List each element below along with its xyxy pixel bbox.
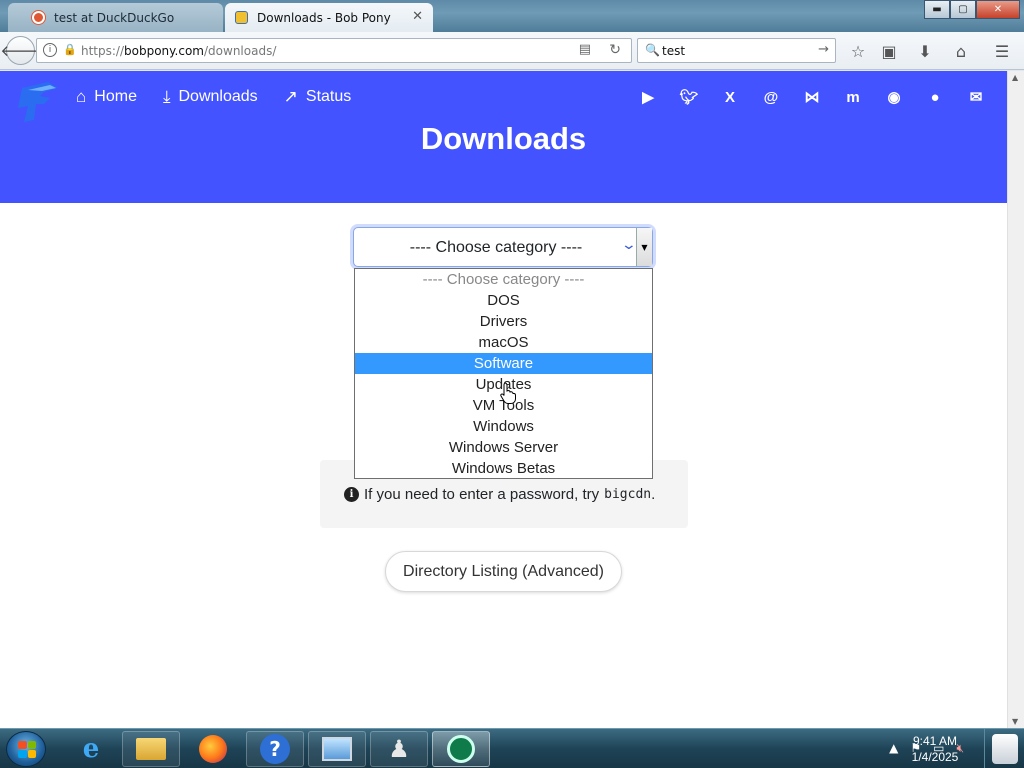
mastodon-icon[interactable]: m bbox=[843, 87, 863, 107]
search-icon: 🔍 bbox=[645, 43, 660, 57]
back-button[interactable]: 🡐 bbox=[0, 36, 41, 65]
reader-view-icon[interactable]: ▤ bbox=[579, 42, 591, 57]
scroll-up-icon[interactable]: ▲ bbox=[1012, 73, 1018, 82]
tab-duckduckgo[interactable]: test at DuckDuckGo bbox=[8, 3, 223, 32]
category-option[interactable]: macOS bbox=[355, 332, 652, 353]
scroll-down-icon[interactable]: ▼ bbox=[1012, 717, 1018, 726]
home-icon[interactable]: ⌂ bbox=[950, 40, 972, 62]
password-hint-text: If you need to enter a password, try bbox=[364, 486, 600, 503]
url-text: https://bobpony.com/downloads/ bbox=[81, 44, 277, 58]
help-icon[interactable]: ? bbox=[246, 731, 304, 767]
threads-icon[interactable]: @ bbox=[761, 87, 781, 107]
x-icon[interactable]: X bbox=[720, 87, 740, 107]
hand-cursor-icon bbox=[500, 382, 516, 404]
home-icon: ⌂ bbox=[76, 87, 87, 106]
category-option[interactable]: Drivers bbox=[355, 311, 652, 332]
site-nav: ⌂ Home ⤓ Downloads ↗ Status bbox=[76, 87, 351, 107]
category-option[interactable]: Windows bbox=[355, 416, 652, 437]
bluesky-icon[interactable]: ⋈ bbox=[802, 87, 822, 107]
address-bar[interactable]: i 🔒 https://bobpony.com/downloads/ ▤ ↻ bbox=[36, 38, 632, 63]
show-desktop-button[interactable] bbox=[984, 729, 1024, 768]
firefox-icon[interactable] bbox=[184, 731, 242, 767]
twitter-icon[interactable]: 🐦︎ bbox=[679, 87, 699, 107]
remote-desktop-icon[interactable] bbox=[308, 731, 366, 767]
tab-label: test at DuckDuckGo bbox=[54, 10, 175, 25]
duckduckgo-icon bbox=[32, 11, 45, 24]
clock-date: 1/4/2025 bbox=[911, 750, 959, 764]
social-links: ▶ 🐦︎ X @ ⋈ m ◉ ● ✉ bbox=[638, 87, 986, 107]
chess-icon[interactable]: ♟ bbox=[370, 731, 428, 767]
menu-icon[interactable]: ☰ bbox=[991, 40, 1013, 62]
bookmark-star-icon[interactable]: ☆ bbox=[847, 40, 869, 62]
download-icon: ⤓ bbox=[162, 87, 171, 106]
search-query: test bbox=[662, 44, 686, 58]
category-select[interactable]: ---- Choose category ---- ⌄ ▼ bbox=[353, 227, 653, 267]
info-icon[interactable]: i bbox=[43, 43, 57, 57]
discord-icon[interactable]: ◉ bbox=[884, 87, 904, 107]
category-option[interactable]: DOS bbox=[355, 290, 652, 311]
bobpony-logo[interactable] bbox=[14, 76, 64, 126]
nav-label: Downloads bbox=[178, 88, 258, 105]
clock-time: 9:41 AM bbox=[912, 734, 958, 748]
search-input[interactable]: 🔍 test → bbox=[637, 38, 836, 63]
internet-explorer-icon[interactable]: e bbox=[62, 731, 120, 767]
bookmarks-menu-icon[interactable]: ▣ bbox=[878, 40, 900, 62]
category-select-value: ---- Choose category ---- bbox=[409, 239, 583, 256]
downloads-icon[interactable]: ⬇ bbox=[914, 40, 936, 62]
page-title: Downloads bbox=[420, 121, 587, 156]
password-hint: i If you need to enter a password, try b… bbox=[344, 486, 655, 503]
minimize-button[interactable]: ▬ bbox=[924, 0, 950, 19]
email-icon[interactable]: ✉ bbox=[966, 87, 986, 107]
password-hint-suffix: . bbox=[651, 486, 656, 503]
github-icon[interactable]: ● bbox=[925, 87, 945, 107]
nav-label: Home bbox=[94, 88, 137, 105]
category-option[interactable]: Windows Server bbox=[355, 437, 652, 458]
close-window-button[interactable]: ✕ bbox=[976, 0, 1020, 19]
app-icon[interactable] bbox=[432, 731, 490, 767]
back-arrow-icon: 🡐 bbox=[0, 42, 41, 60]
category-option[interactable]: Windows Betas bbox=[355, 458, 652, 479]
nav-status-link[interactable]: ↗ Status bbox=[284, 87, 352, 107]
reload-icon[interactable]: ↻ bbox=[609, 42, 621, 58]
tab-label: Downloads - Bob Pony bbox=[257, 10, 391, 25]
page-viewport: ⌂ Home ⤓ Downloads ↗ Status ▶ 🐦︎ X @ ⋈ m ◉ … bbox=[0, 71, 1007, 728]
nav-label: Status bbox=[305, 88, 352, 105]
search-go-icon[interactable]: → bbox=[818, 42, 829, 57]
chevron-down-icon: ⌄ bbox=[620, 237, 638, 253]
nav-home-link[interactable]: ⌂ Home bbox=[76, 87, 137, 107]
browser-toolbar: 🡐 i 🔒 https://bobpony.com/downloads/ ▤ ↻… bbox=[0, 32, 1024, 70]
tab-downloads-bob-pony[interactable]: Downloads - Bob Pony ✕ bbox=[225, 3, 433, 32]
directory-listing-button[interactable]: Directory Listing (Advanced) bbox=[385, 551, 622, 592]
taskbar-clock[interactable]: 9:41 AM 1/4/2025 bbox=[901, 733, 969, 765]
close-tab-icon[interactable]: ✕ bbox=[412, 9, 423, 24]
vertical-scrollbar[interactable]: ▲ ▼ bbox=[1007, 71, 1024, 728]
nav-downloads-link[interactable]: ⤓ Downloads bbox=[163, 87, 258, 107]
category-option-highlighted[interactable]: Software bbox=[355, 353, 652, 374]
window-controls: ▬ ▢ ✕ bbox=[924, 0, 1020, 19]
browser-tab-strip: test at DuckDuckGo Downloads - Bob Pony … bbox=[0, 0, 1024, 32]
category-option[interactable]: ---- Choose category ---- bbox=[355, 269, 652, 290]
info-circle-icon: i bbox=[344, 487, 359, 502]
youtube-icon[interactable]: ▶ bbox=[638, 87, 658, 107]
trending-up-icon: ↗ bbox=[283, 87, 298, 106]
site-header: ⌂ Home ⤓ Downloads ↗ Status ▶ 🐦︎ X @ ⋈ m ◉ … bbox=[0, 71, 1007, 203]
user-avatar-icon bbox=[991, 734, 1018, 764]
windows-taskbar: e ? ♟ ▲ ⚑ ▭ 🔇︎ 9:41 AM 1/4/2025 bbox=[0, 728, 1024, 768]
password-value: bigcdn bbox=[604, 487, 652, 502]
file-explorer-icon[interactable] bbox=[122, 731, 180, 767]
category-dropdown-list: ---- Choose category ---- DOS Drivers ma… bbox=[354, 268, 653, 479]
maximize-button[interactable]: ▢ bbox=[950, 0, 976, 19]
windows-logo-icon bbox=[18, 741, 36, 758]
start-button[interactable] bbox=[6, 731, 46, 767]
show-hidden-icons-icon[interactable]: ▲ bbox=[889, 741, 898, 756]
bobpony-favicon-icon bbox=[235, 11, 248, 24]
lock-icon: 🔒 bbox=[63, 43, 77, 56]
dropdown-arrow-icon[interactable]: ▼ bbox=[636, 228, 652, 266]
